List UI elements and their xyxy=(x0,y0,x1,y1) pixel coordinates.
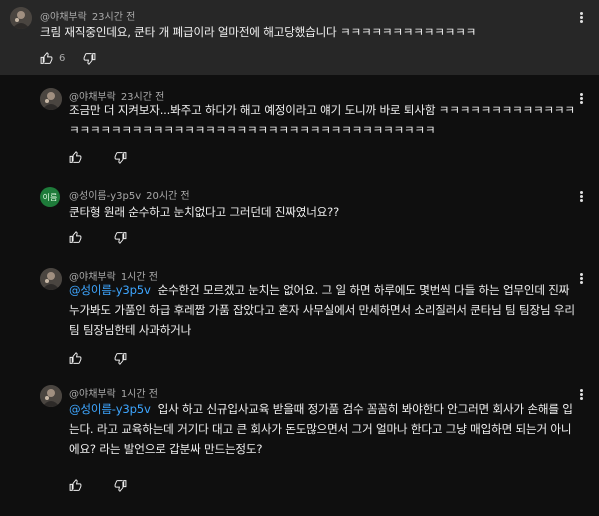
comment-actions xyxy=(69,352,127,365)
like-button[interactable] xyxy=(69,352,82,365)
comment-text: 쿤타형 원래 순수하고 눈치없다고 그러던데 진짜였너요?? xyxy=(69,205,340,219)
thumb-up-icon xyxy=(69,231,82,243)
avatar-initials: 이름 xyxy=(42,192,58,202)
comment-actions xyxy=(69,231,127,244)
more-options-button[interactable] xyxy=(576,272,586,286)
more-vert-icon xyxy=(579,191,583,194)
thumb-up-icon xyxy=(69,352,82,364)
avatar[interactable] xyxy=(40,385,62,407)
comment-actions xyxy=(69,479,127,492)
like-button[interactable] xyxy=(40,52,53,65)
avatar[interactable] xyxy=(40,88,62,110)
more-options-button[interactable] xyxy=(576,11,586,25)
like-button[interactable] xyxy=(69,479,82,492)
avatar[interactable] xyxy=(10,7,32,29)
more-vert-icon xyxy=(579,93,583,96)
thumb-down-icon xyxy=(114,480,127,492)
thumb-up-icon xyxy=(69,151,82,163)
dislike-button[interactable] xyxy=(114,151,127,164)
avatar-photo-icon xyxy=(40,88,62,110)
dislike-button[interactable] xyxy=(114,352,127,365)
thumb-down-icon xyxy=(114,353,127,365)
more-vert-icon xyxy=(579,12,583,15)
like-count: 6 xyxy=(59,53,66,64)
comment-time[interactable]: 20시간 전 xyxy=(146,191,190,202)
more-options-button[interactable] xyxy=(576,92,586,106)
thumb-down-icon xyxy=(83,53,96,65)
dislike-button[interactable] xyxy=(114,479,127,492)
thumb-up-icon xyxy=(69,479,82,491)
comment-meta: @야채부락 23시간 전 xyxy=(40,8,135,23)
comment-actions: 6 xyxy=(40,52,118,65)
comment-text: 조금만 더 지켜보자...봐주고 하다가 해고 예정이라고 얘기 도니까 바로 … xyxy=(69,103,575,137)
more-options-button[interactable] xyxy=(576,190,586,204)
comment-text: @성이름-y3p5v 순수한건 모르겠고 눈치는 없어요. 그 일 하면 하루에… xyxy=(69,280,581,340)
mention-link[interactable]: @성이름-y3p5v xyxy=(69,283,151,297)
thumb-down-icon xyxy=(114,232,127,244)
mention-link[interactable]: @성이름-y3p5v xyxy=(69,402,151,416)
dislike-button[interactable] xyxy=(83,52,96,65)
comment-meta: @야채부락 1시간 전 xyxy=(69,385,158,400)
comment-actions xyxy=(69,151,127,164)
comment-text: @성이름-y3p5v 입사 하고 신규입사교육 받을때 정가품 검수 꼼꼼히 봐… xyxy=(69,399,581,459)
more-options-button[interactable] xyxy=(576,388,586,402)
avatar-photo-icon xyxy=(40,268,62,290)
comment-text: 크림 재직중인데요, 쿤타 개 폐급이라 얼마전에 해고당했습니다 ㅋㅋㅋㅋㅋㅋ… xyxy=(40,25,477,39)
avatar-photo-icon xyxy=(40,385,62,407)
dislike-button[interactable] xyxy=(114,231,127,244)
like-button[interactable] xyxy=(69,151,82,164)
author-name[interactable]: @성이름-y3p5v xyxy=(69,191,141,202)
thumb-down-icon xyxy=(114,152,127,164)
thumb-up-icon xyxy=(40,52,53,64)
comment-meta: @성이름-y3p5v 20시간 전 xyxy=(69,187,190,202)
avatar[interactable] xyxy=(40,268,62,290)
like-button[interactable] xyxy=(69,231,82,244)
avatar-photo-icon xyxy=(10,7,32,29)
more-vert-icon xyxy=(579,389,583,392)
avatar[interactable]: 이름 xyxy=(40,187,60,207)
more-vert-icon xyxy=(579,273,583,276)
